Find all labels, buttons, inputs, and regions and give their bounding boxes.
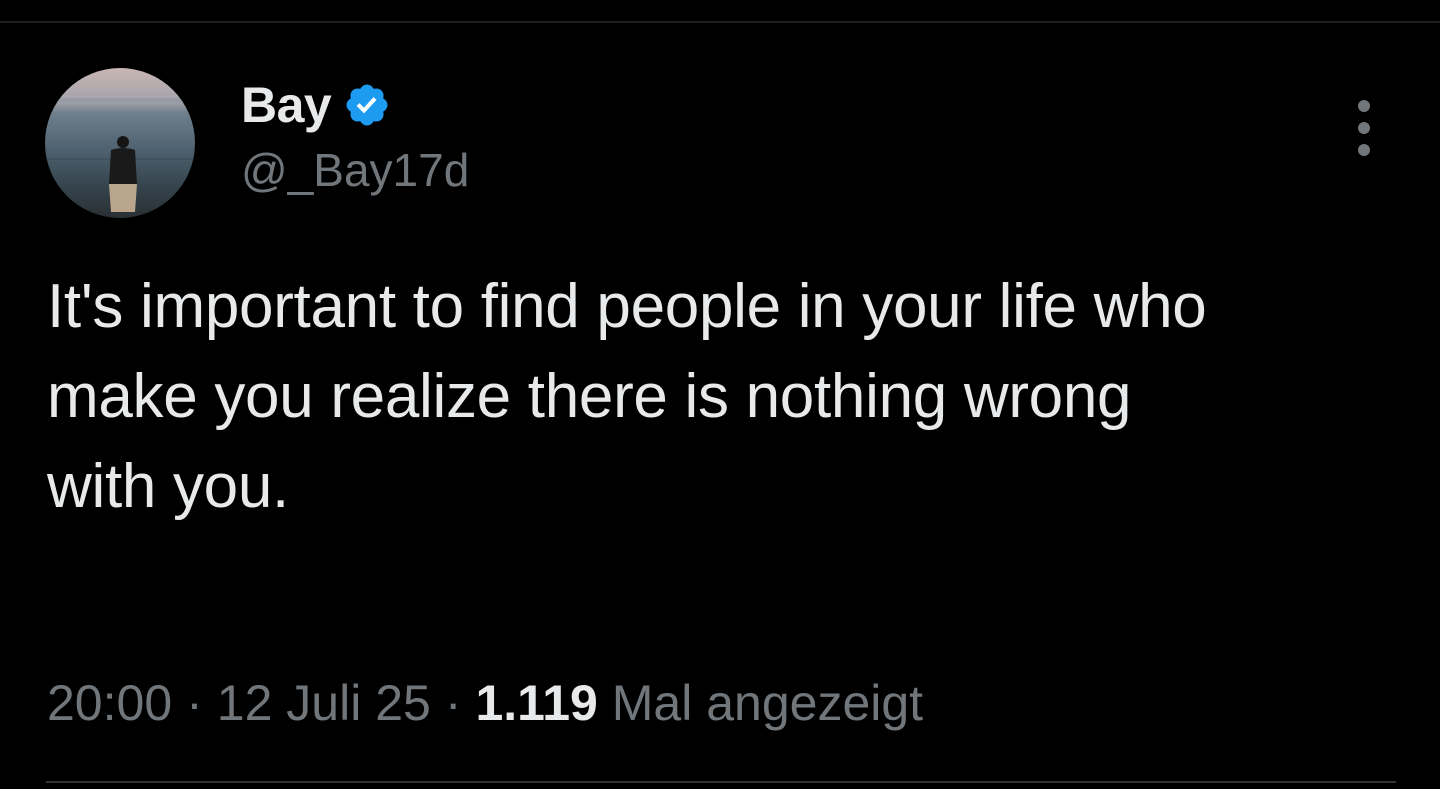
tweet-time[interactable]: 20:00 bbox=[47, 675, 172, 731]
tweet-text-line: It's important to find people in your li… bbox=[47, 272, 1207, 341]
more-vertical-icon bbox=[1358, 100, 1370, 112]
tweet-meta: 20:00 · 12 Juli 25 · 1.119 Mal angezeigt bbox=[47, 672, 923, 734]
tweet-date[interactable]: 12 Juli 25 bbox=[217, 675, 431, 731]
view-count-label[interactable]: Mal angezeigt bbox=[612, 675, 923, 731]
author-name-row: Bay bbox=[241, 78, 391, 132]
more-vertical-icon-dot bbox=[1358, 122, 1370, 134]
more-vertical-icon-dot bbox=[1358, 144, 1370, 156]
tweet-text-line: with you. bbox=[47, 452, 289, 521]
tweet-text-line: make you realize there is nothing wrong bbox=[47, 362, 1132, 431]
avatar[interactable] bbox=[45, 68, 195, 218]
more-options-button[interactable] bbox=[1342, 100, 1386, 156]
verified-badge-icon[interactable] bbox=[343, 81, 391, 129]
tweet-text: It's important to find people in your li… bbox=[47, 262, 1407, 532]
bottom-divider bbox=[46, 781, 1396, 783]
view-count[interactable]: 1.119 bbox=[475, 675, 597, 731]
display-name[interactable]: Bay bbox=[241, 78, 332, 132]
meta-separator: · bbox=[186, 675, 203, 731]
author-handle[interactable]: @_Bay17d bbox=[241, 142, 469, 198]
avatar-photo bbox=[45, 98, 195, 212]
top-divider bbox=[0, 21, 1440, 23]
meta-separator: · bbox=[444, 675, 462, 731]
